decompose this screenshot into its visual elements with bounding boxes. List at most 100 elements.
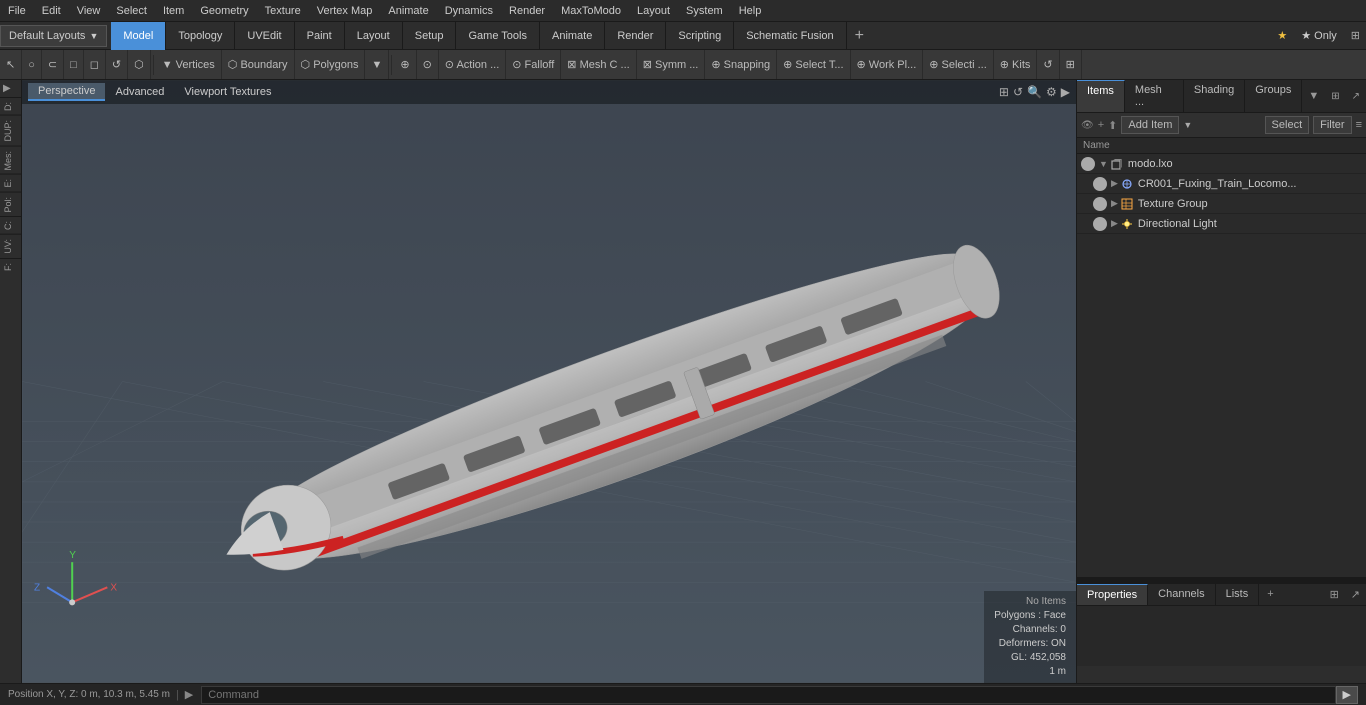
maximize-icon[interactable]: ⊞ [1345,27,1366,44]
tool-rect[interactable]: □ [64,50,84,80]
menu-render[interactable]: Render [501,3,553,19]
menu-edit[interactable]: Edit [34,3,69,19]
polygons-btn[interactable]: ⬡ Polygons [295,50,366,80]
tool-plus[interactable]: ⊕ [394,50,416,80]
list-item[interactable]: ▶ Texture Group [1077,194,1366,214]
snapping-btn[interactable]: ⊕ Snapping [705,50,777,80]
sidebar-item-c[interactable]: C: [0,216,21,234]
visibility-toggle[interactable] [1093,217,1107,231]
add-item-btn[interactable]: Add Item [1121,116,1179,134]
sidebar-item-dup[interactable]: DUP: [0,115,21,146]
vp-tab-perspective[interactable]: Perspective [28,83,105,101]
tool-hex[interactable]: ⬡ [128,50,151,80]
vp-fit-icon[interactable]: ⊞ [999,85,1009,99]
props-tab-lists[interactable]: Lists [1216,584,1260,605]
tool-poly-select[interactable]: ◻ [84,50,106,80]
list-item[interactable]: ▼ modo.lxo [1077,154,1366,174]
vp-tab-textures[interactable]: Viewport Textures [174,84,281,100]
menu-system[interactable]: System [678,3,731,19]
sidebar-item-mes[interactable]: Mes: [0,146,21,175]
refresh-btn[interactable]: ↺ [1037,50,1059,80]
item-list[interactable]: ▼ modo.lxo ▶ [1077,154,1366,577]
sidebar-item-uv[interactable]: UV: [0,234,21,258]
menu-geometry[interactable]: Geometry [192,3,256,19]
panel-tab-mesh[interactable]: Mesh ... [1125,80,1184,112]
tool-dropdown[interactable]: ▼ [365,50,389,80]
tool-circle2[interactable]: ⊙ [417,50,439,80]
run-command-btn[interactable]: ▶ [1336,686,1358,704]
tab-paint[interactable]: Paint [295,22,345,50]
grid-btn[interactable]: ⊞ [1060,50,1082,80]
menu-animate[interactable]: Animate [380,3,436,19]
vp-settings-icon[interactable]: ⚙ [1046,85,1057,99]
sidebar-item-f[interactable]: F: [0,258,21,275]
mesh-constraint-btn[interactable]: ⊠ Mesh C ... [561,50,636,80]
props-tab-properties[interactable]: Properties [1077,584,1148,605]
menu-maxtomodo[interactable]: MaxToModo [553,3,629,19]
props-expand-btn[interactable]: ⊞ [1324,584,1345,605]
menu-item[interactable]: Item [155,3,192,19]
command-input[interactable] [201,686,1335,704]
falloff-btn[interactable]: ⊙ Falloff [506,50,561,80]
item-import-icon[interactable]: ⬆ [1108,119,1117,132]
tab-add-button[interactable]: + [847,25,872,47]
panel-expand-btn[interactable]: ⊞ [1325,87,1345,106]
tab-topology[interactable]: Topology [166,22,235,50]
menu-layout[interactable]: Layout [629,3,678,19]
vp-expand-icon[interactable]: ▶ [1061,85,1070,99]
vp-search-icon[interactable]: 🔍 [1027,85,1042,99]
sidebar-item-d[interactable]: D: [0,97,21,115]
props-popout-btn[interactable]: ↗ [1345,584,1366,605]
menu-dynamics[interactable]: Dynamics [437,3,501,19]
vertices-btn[interactable]: ▼ Vertices [156,50,222,80]
tool-lasso[interactable]: ⊂ [42,50,64,80]
item-visibility-icon[interactable]: 👁 [1081,120,1094,131]
vp-refresh-icon[interactable]: ↺ [1013,85,1023,99]
sidebar-item-pol[interactable]: Pol: [0,192,21,217]
list-item[interactable]: ▶ CR001_Fuxing_Train_Locomo... [1077,174,1366,194]
panel-tab-items[interactable]: Items [1077,80,1125,112]
menu-texture[interactable]: Texture [257,3,309,19]
menu-help[interactable]: Help [731,3,770,19]
tab-render[interactable]: Render [605,22,666,50]
menu-view[interactable]: View [69,3,109,19]
tab-layout[interactable]: Layout [345,22,403,50]
tool-circle[interactable]: ○ [22,50,42,80]
item-more-btn[interactable]: ≡ [1356,119,1362,131]
list-item[interactable]: ▶ Directional Light [1077,214,1366,234]
menu-select[interactable]: Select [108,3,155,19]
vp-tab-advanced[interactable]: Advanced [105,84,174,100]
props-tab-channels[interactable]: Channels [1148,584,1215,605]
panel-tab-groups[interactable]: Groups [1245,80,1302,112]
tool-select-arrow[interactable]: ↖ [0,50,22,80]
visibility-toggle[interactable] [1093,177,1107,191]
symmetry-btn[interactable]: ⊠ Symm ... [637,50,706,80]
panel-popout-btn[interactable]: ↗ [1346,87,1366,106]
tool-rotate[interactable]: ↺ [106,50,128,80]
select-tool-btn[interactable]: ⊕ Select T... [777,50,850,80]
tab-setup[interactable]: Setup [403,22,457,50]
action-btn[interactable]: ⊙ Action ... [439,50,506,80]
tab-uvedit[interactable]: UVEdit [235,22,294,50]
menu-file[interactable]: File [0,3,34,19]
tab-animate[interactable]: Animate [540,22,605,50]
selection-btn[interactable]: ⊕ Selecti ... [923,50,994,80]
panel-tab-shading[interactable]: Shading [1184,80,1245,112]
props-add-btn[interactable]: + [1259,584,1281,605]
tab-game-tools[interactable]: Game Tools [456,22,540,50]
tab-schematic-fusion[interactable]: Schematic Fusion [734,22,846,50]
select-btn[interactable]: Select [1265,116,1310,134]
work-plane-btn[interactable]: ⊕ Work Pl... [851,50,924,80]
visibility-toggle[interactable] [1081,157,1095,171]
tab-model[interactable]: Model [111,22,166,50]
viewport[interactable]: Perspective Advanced Viewport Textures ⊞… [22,80,1076,683]
add-item-dropdown[interactable]: ▼ [1183,120,1192,130]
tab-scripting[interactable]: Scripting [666,22,734,50]
layout-selector[interactable]: Default Layouts ▼ [0,25,107,47]
sidebar-toggle[interactable]: ▶ [0,80,21,97]
boundary-btn[interactable]: ⬡ Boundary [222,50,295,80]
visibility-toggle[interactable] [1093,197,1107,211]
menu-vertex-map[interactable]: Vertex Map [309,3,381,19]
filter-btn[interactable]: Filter [1313,116,1351,134]
kits-btn[interactable]: ⊕ Kits [994,50,1038,80]
